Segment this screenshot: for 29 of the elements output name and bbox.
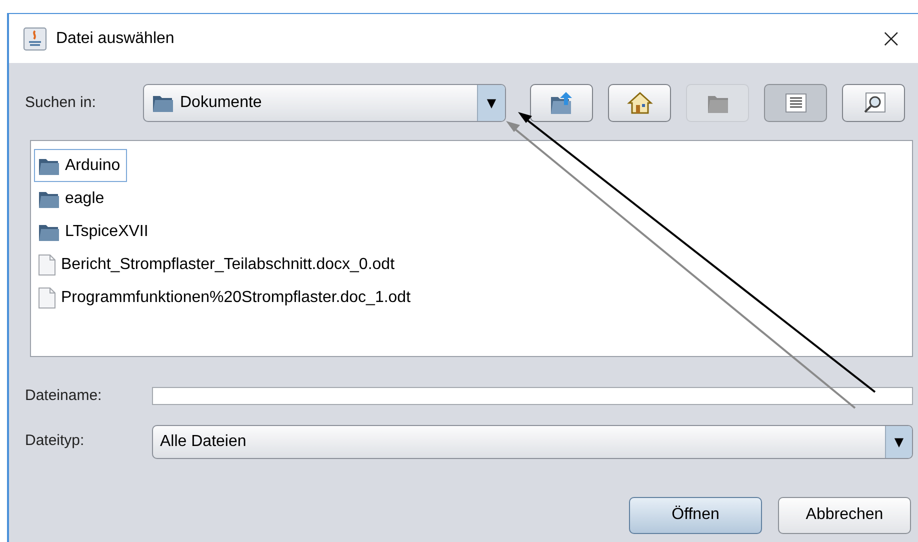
list-view-icon [784, 93, 806, 113]
look-in-dropdown[interactable]: Dokumente ▼ [143, 84, 506, 122]
file-name-label: Dateiname: [25, 386, 103, 406]
look-in-value: Dokumente [180, 93, 262, 113]
dialog-button[interactable]: Öffnen [629, 496, 762, 534]
file-list-item[interactable]: eagle [34, 182, 112, 215]
app-icon [23, 26, 47, 50]
toolbar-button[interactable] [842, 84, 905, 122]
toolbar-button[interactable] [764, 84, 827, 122]
details-view-icon [862, 92, 886, 114]
look-in-label: Suchen in: [25, 92, 97, 113]
file-list-item[interactable]: LTspiceXVII [34, 215, 156, 248]
file-icon [38, 286, 56, 308]
file-name-field[interactable] [152, 387, 913, 406]
toolbar-button[interactable] [530, 84, 593, 122]
home-icon [626, 91, 652, 115]
file-icon [38, 254, 56, 276]
file-list-item[interactable]: Bericht_Strompflaster_Teilabschnitt.docx_0.odt [34, 248, 402, 281]
dialog-button[interactable]: Abbrechen [778, 496, 911, 534]
file-type-value: Alle Dateien [159, 432, 248, 452]
folder-icon [152, 93, 174, 113]
file-list-item[interactable]: Arduino [34, 149, 128, 182]
file-type-dropdown[interactable]: Alle Dateien ▼ [152, 424, 913, 458]
file-type-label: Dateityp: [25, 431, 86, 452]
file-list-item[interactable]: Programmfunktionen%20Strompflaster.doc_1.odt [34, 281, 418, 314]
toolbar-button[interactable] [608, 84, 671, 122]
folder-up-icon [548, 91, 574, 115]
close-button[interactable]: × [874, 26, 908, 52]
window-title: Datei auswählen [56, 28, 176, 48]
